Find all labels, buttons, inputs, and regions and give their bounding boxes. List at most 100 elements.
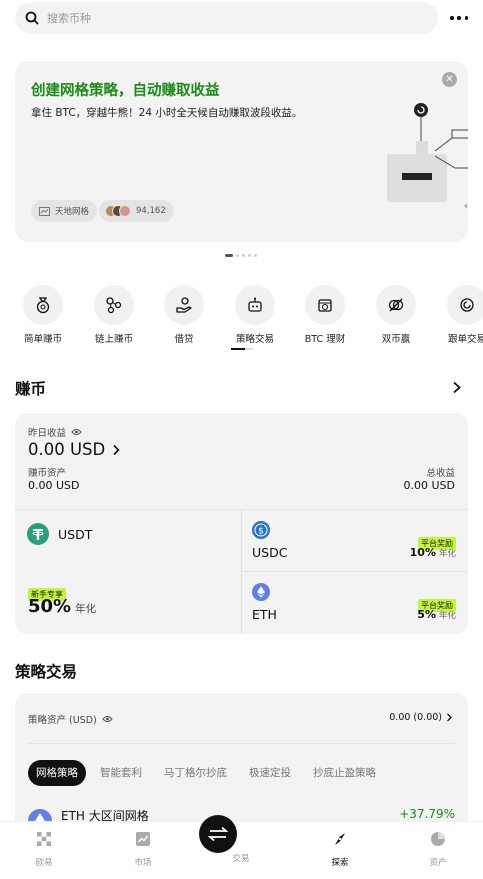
total-label: 总收益 <box>426 468 455 479</box>
total-value: 0.00 USD <box>403 479 456 492</box>
usdt-rate: 50% <box>28 596 72 617</box>
assets-value: 0.00 USD <box>28 479 80 492</box>
hand-coin-icon <box>176 297 192 313</box>
user-count: 94,162 <box>136 206 166 216</box>
search-bar[interactable]: 搜索币种 <box>15 2 438 34</box>
grid-chip[interactable]: 天地网格 <box>31 200 98 222</box>
okx-logo-icon <box>37 832 51 846</box>
usdc-product[interactable]: $ USDC 平台奖励 10% 年化 <box>242 510 468 571</box>
strategy-assets-value: 0.00 (0.00) <box>389 712 442 723</box>
usdt-icon <box>27 523 49 545</box>
quick-label: 链上赚币 <box>94 334 133 345</box>
nav-label: 资产 <box>429 858 447 868</box>
nav-label: 市场 <box>134 858 152 868</box>
coin-bag-icon <box>36 297 50 314</box>
quick-label: 双币赢 <box>381 334 411 345</box>
quick-btc-finance[interactable]: BTC 理财 <box>290 285 360 345</box>
usdc-rate: 10% <box>409 546 436 559</box>
tab-grid[interactable]: 网格策略 <box>28 760 86 786</box>
promo-banner[interactable]: 创建网格策略，自动赚取收益 拿住 BTC，穿越牛熊！24 小时全天候自动赚取波段… <box>15 61 468 242</box>
eth-icon <box>252 583 270 601</box>
chevron-right-icon <box>447 713 452 722</box>
quick-label: 简单赚币 <box>23 334 62 345</box>
banner-title: 创建网格策略，自动赚取收益 <box>31 83 220 99</box>
usdt-product[interactable]: USDT 新手专享 50% 年化 <box>15 510 241 634</box>
eth-rate: 5% <box>417 608 436 621</box>
grid-illustration-icon: ‹ <box>387 103 468 211</box>
strategy-list-item[interactable]: ETH 大区间网格 +37.79% <box>15 803 468 833</box>
quick-simple-earn[interactable]: 简单赚币 <box>8 285 78 345</box>
more-icon[interactable] <box>448 8 470 28</box>
quick-label: BTC 理财 <box>304 334 346 345</box>
tab-dip-take-profit[interactable]: 抄底止盈策略 <box>305 760 384 786</box>
chevron-right-icon[interactable] <box>452 381 462 394</box>
nav-label: 欧易 <box>35 858 53 868</box>
earn-card[interactable]: 昨日收益 0.00 USD 赚币资产 0.00 USD 总收益 0.00 USD… <box>15 413 468 634</box>
tab-arbitrage[interactable]: 智能套利 <box>92 760 150 786</box>
svg-text:$: $ <box>258 527 264 537</box>
nav-explore[interactable]: 探索 <box>310 831 370 868</box>
tab-martingale[interactable]: 马丁格尔抄底 <box>156 760 235 786</box>
swap-icon <box>199 815 237 853</box>
carousel-indicator <box>225 254 257 257</box>
strategy-assets-label: 策略资产 (USD) <box>28 715 97 726</box>
chevron-right-icon <box>113 444 120 455</box>
eth-rate-row: 5% 年化 <box>417 608 456 621</box>
chip-label: 天地网格 <box>55 207 90 217</box>
quick-label: 跟单交易 <box>447 334 483 345</box>
search-icon <box>25 11 39 25</box>
strategy-tabs: 网格策略 智能套利 马丁格尔抄底 极速定投 抄底止盈策略 <box>28 760 384 786</box>
quick-label: 借贷 <box>174 334 194 345</box>
assets-label: 赚币资产 <box>28 468 67 479</box>
eth-name: ETH <box>252 607 277 622</box>
svg-text:‹: ‹ <box>464 201 468 211</box>
strategy-item-change: +37.79% <box>399 807 455 821</box>
eth-product[interactable]: ETH 平台奖励 5% 年化 <box>242 572 468 634</box>
avatar-stack-icon <box>105 205 131 217</box>
nav-trade[interactable]: 交易 <box>199 815 271 864</box>
pie-icon <box>431 832 445 846</box>
nav-assets[interactable]: 资产 <box>408 831 468 868</box>
usdc-name: USDC <box>252 545 288 560</box>
bottom-nav: 欧易 市场 交易 探索 资产 <box>0 815 483 879</box>
yesterday-row[interactable]: 0.00 USD <box>28 440 121 459</box>
btc-box-icon <box>318 299 332 312</box>
chain-nodes-icon <box>106 297 122 314</box>
tab-recurring[interactable]: 极速定投 <box>241 760 299 786</box>
eth-rate-unit: 年化 <box>438 611 456 621</box>
usdt-name: USDT <box>58 527 93 542</box>
divider <box>28 743 455 744</box>
nav-label: 探索 <box>331 858 349 868</box>
quick-copy-trade[interactable]: 跟单交易 <box>432 285 483 345</box>
quick-onchain-earn[interactable]: 链上赚币 <box>79 285 149 345</box>
robot-icon <box>248 297 262 312</box>
close-icon[interactable]: ✕ <box>442 72 457 87</box>
yesterday-label: 昨日收益 <box>28 428 67 439</box>
dual-coin-icon <box>388 298 404 312</box>
quick-scroll-indicator <box>231 348 253 350</box>
quick-dual-invest[interactable]: 双币赢 <box>361 285 431 345</box>
usdt-rate-unit: 年化 <box>75 603 97 615</box>
usdc-rate-unit: 年化 <box>438 549 456 559</box>
chart-icon <box>136 832 150 846</box>
users-chip: 94,162 <box>99 200 174 222</box>
eye-icon[interactable] <box>102 715 113 723</box>
copy-trade-icon <box>460 298 474 312</box>
eye-icon[interactable] <box>71 428 82 436</box>
banner-subtitle: 拿住 BTC，穿越牛熊！24 小时全天候自动赚取波段收益。 <box>31 107 303 119</box>
nav-okx[interactable]: 欧易 <box>14 831 74 868</box>
yesterday-value: 0.00 USD <box>28 440 106 459</box>
quick-loan[interactable]: 借贷 <box>149 285 219 345</box>
nav-market[interactable]: 市场 <box>113 831 173 868</box>
nav-label: 交易 <box>232 854 250 864</box>
search-input[interactable]: 搜索币种 <box>47 10 91 26</box>
trend-icon <box>39 206 50 216</box>
usdc-rate-row: 10% 年化 <box>410 546 456 559</box>
quick-label: 策略交易 <box>235 334 274 345</box>
yesterday-label-row: 昨日收益 <box>28 425 82 439</box>
strategy-assets-row[interactable]: 0.00 (0.00) <box>389 712 453 723</box>
earn-section-title: 赚币 <box>15 380 47 398</box>
strategy-assets-label-row: 策略资产 (USD) <box>28 712 113 726</box>
quick-strategy[interactable]: 策略交易 <box>220 285 290 345</box>
usdt-rate-row: 50% 年化 <box>28 596 96 617</box>
